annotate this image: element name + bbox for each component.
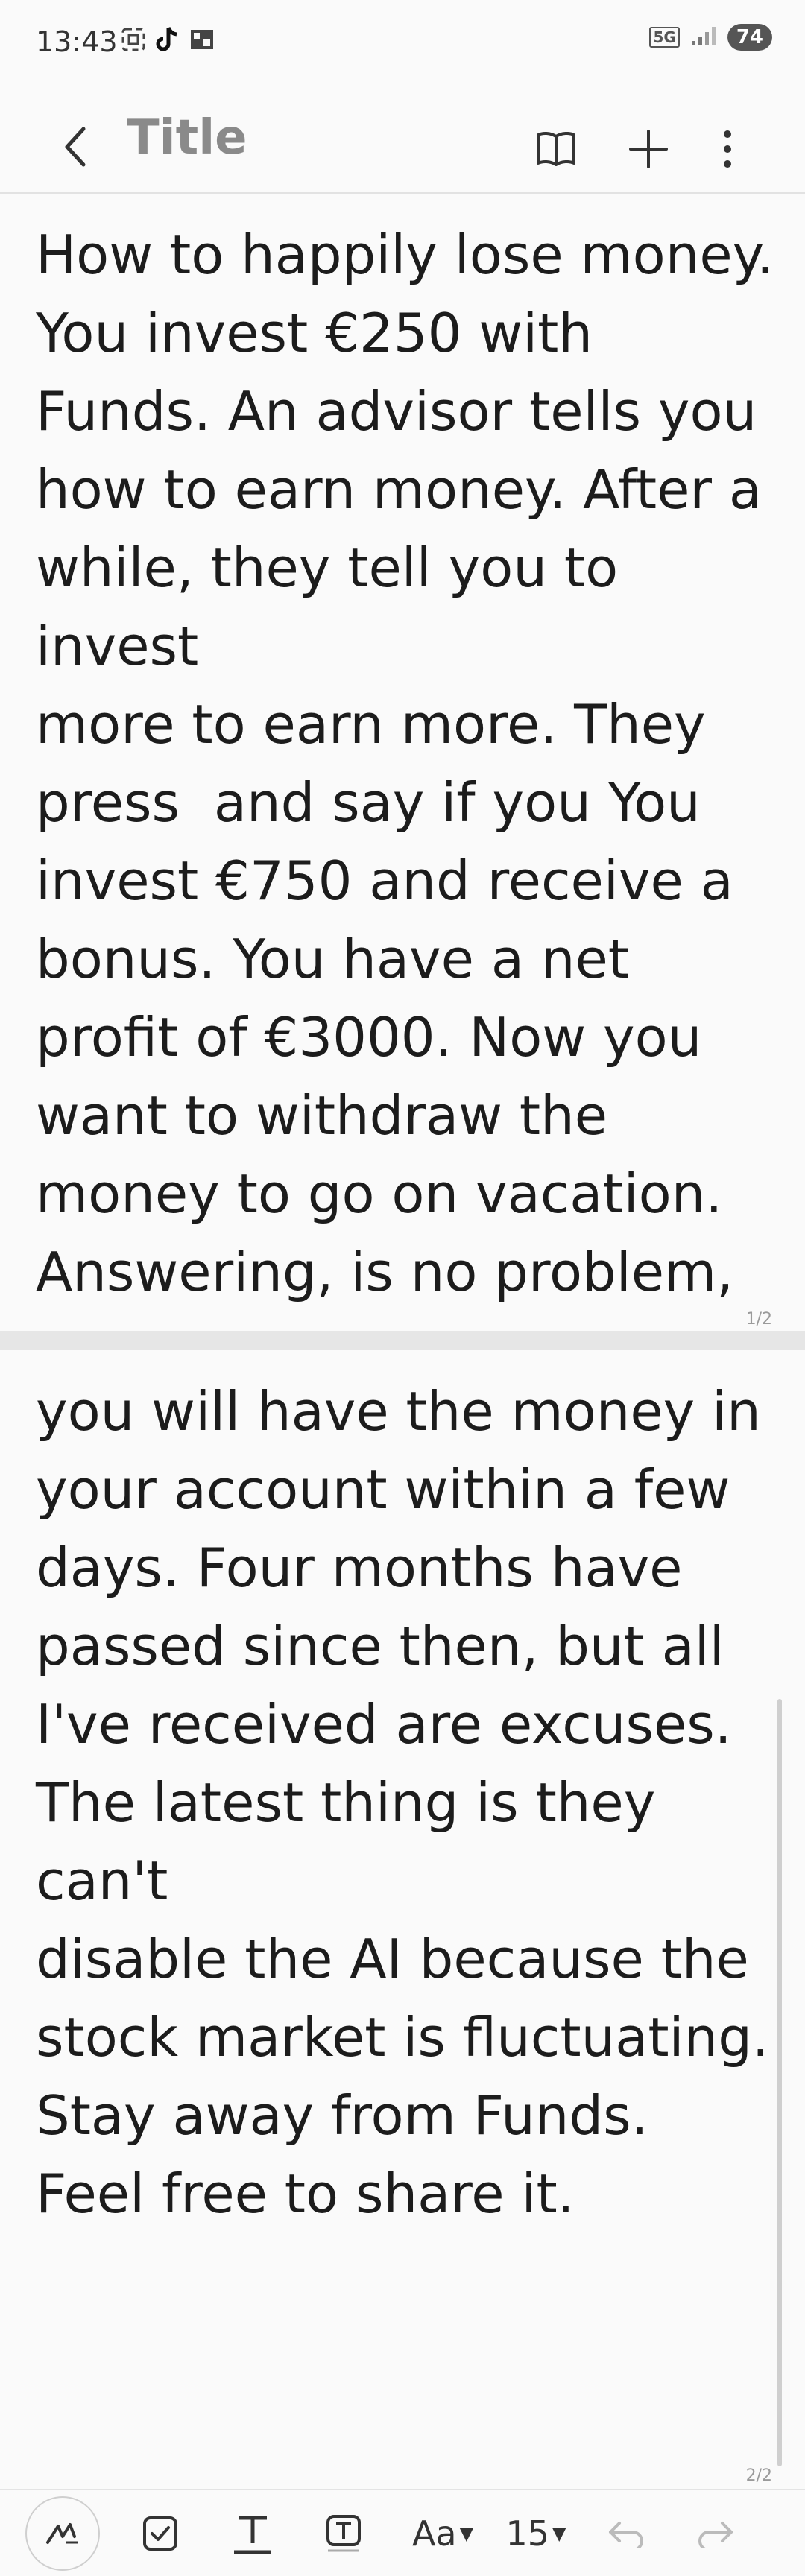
back-arrow-icon	[65, 127, 86, 167]
font-size-button[interactable]: 15 ▼	[495, 2490, 577, 2576]
text-box-button[interactable]	[310, 2490, 377, 2576]
font-label: Aa	[411, 2513, 457, 2554]
status-left-icons	[121, 25, 215, 57]
tiktok-icon	[155, 25, 180, 57]
undo-icon	[609, 2521, 643, 2548]
status-right-icons: 5G 74	[649, 24, 772, 51]
handwriting-icon	[46, 2522, 78, 2544]
appbar-divider	[0, 192, 805, 194]
note-page-2-text[interactable]: you will have the money in your account …	[36, 1373, 781, 2233]
gallery-icon	[189, 27, 215, 55]
signal-icon	[690, 25, 717, 50]
add-button[interactable]	[619, 119, 678, 179]
size-caret-icon: ▼	[552, 2522, 566, 2544]
font-caret-icon: ▼	[459, 2522, 474, 2544]
reading-mode-button[interactable]	[526, 119, 586, 179]
page-number-1: 1/2	[745, 1310, 772, 1329]
text-box-icon	[326, 2514, 361, 2551]
note-title[interactable]: Title	[127, 110, 247, 165]
page-number-2: 2/2	[745, 2466, 772, 2485]
font-button[interactable]: Aa ▼	[398, 2490, 487, 2576]
font-size-label: 15	[505, 2513, 550, 2554]
bottom-toolbar: Aa ▼ 15 ▼	[0, 2489, 805, 2576]
text-format-icon	[234, 2516, 271, 2554]
battery-icon: 74	[727, 24, 772, 51]
redo-icon	[698, 2521, 733, 2548]
more-icon	[724, 130, 731, 168]
redo-button[interactable]	[686, 2490, 745, 2576]
page-separator	[0, 1331, 805, 1350]
scrollbar[interactable]	[777, 1699, 782, 2466]
status-time: 13:43	[36, 25, 118, 58]
network-icon: 5G	[649, 27, 680, 48]
plus-icon	[629, 130, 668, 168]
pen-mode-button[interactable]	[18, 2490, 107, 2576]
undo-button[interactable]	[596, 2490, 656, 2576]
pen-circle	[25, 2496, 100, 2571]
checkbox-icon	[143, 2516, 177, 2551]
checklist-button[interactable]	[127, 2490, 194, 2576]
book-icon	[537, 131, 575, 166]
more-options-button[interactable]	[698, 119, 757, 179]
screenshot-icon	[121, 27, 146, 55]
note-page-1-text[interactable]: How to happily lose money. You invest €2…	[36, 216, 781, 1311]
app-bar: Title	[0, 97, 805, 194]
text-style-button[interactable]	[219, 2490, 286, 2576]
status-bar: 13:43 5G 74	[0, 0, 805, 82]
back-button[interactable]	[52, 113, 97, 180]
